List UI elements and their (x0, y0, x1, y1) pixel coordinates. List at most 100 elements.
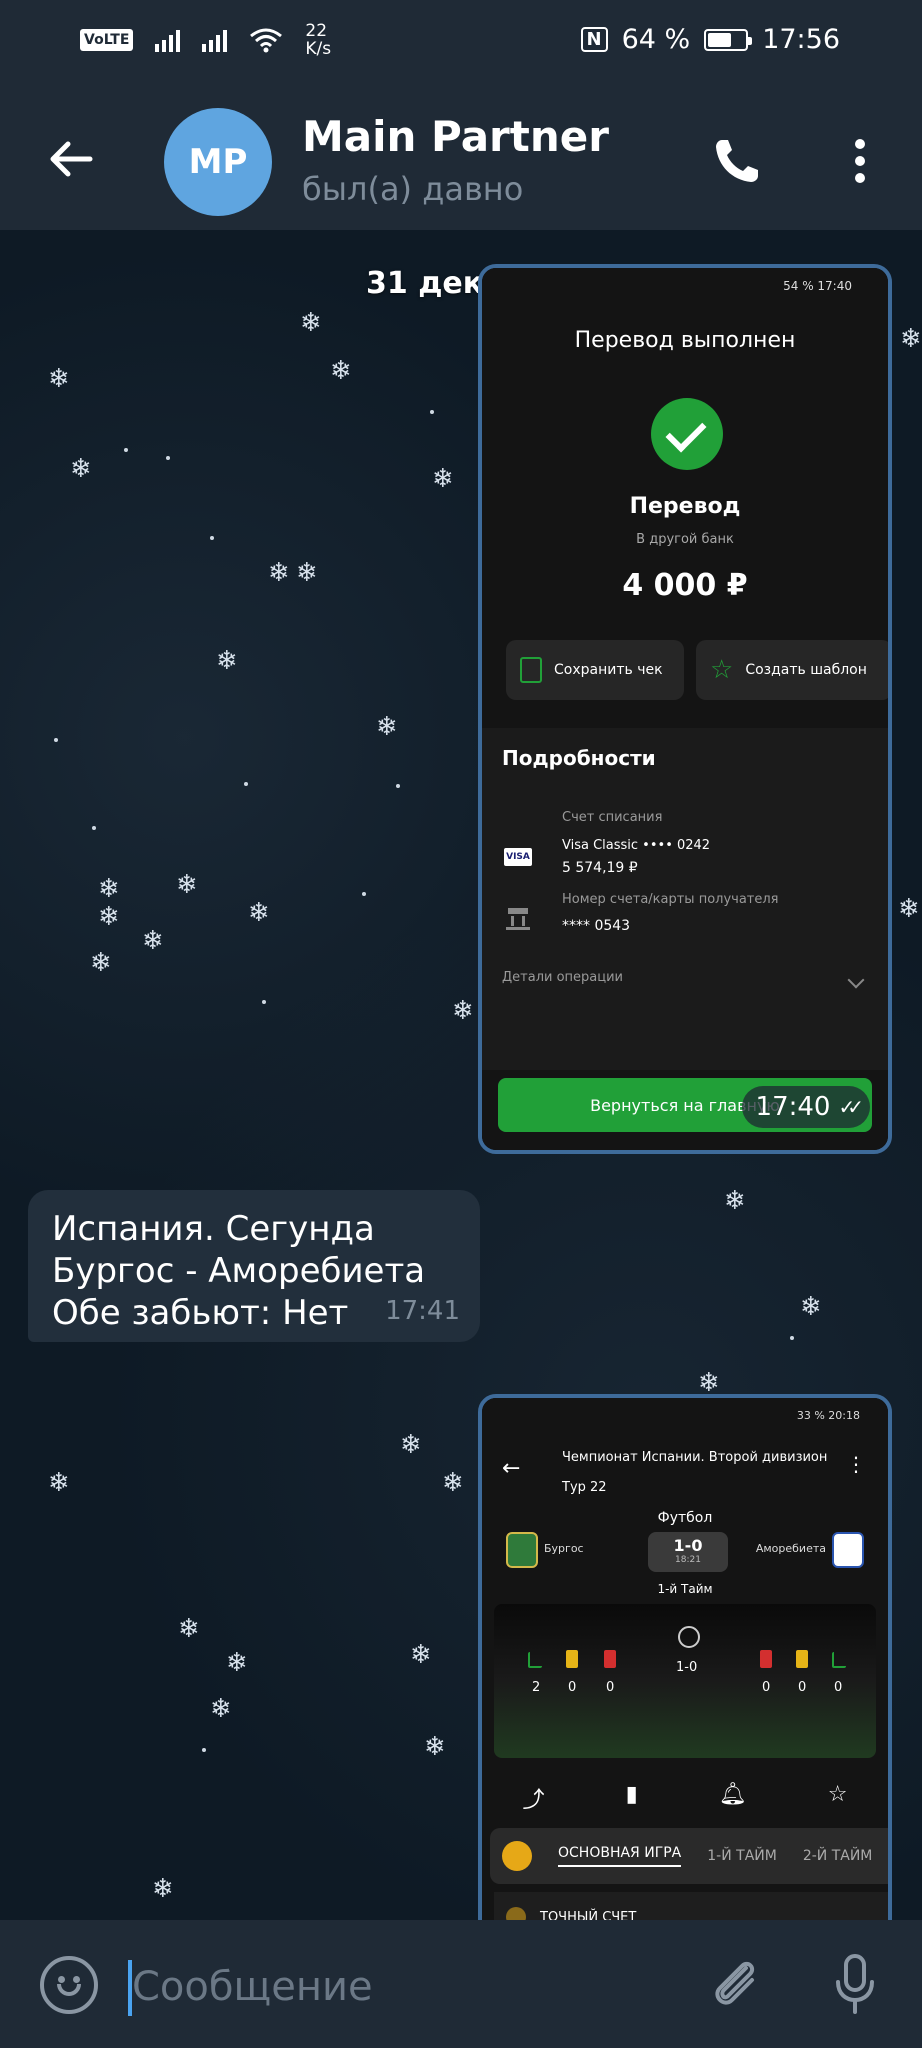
phone-icon[interactable] (710, 134, 764, 188)
corner-icon (528, 1652, 542, 1668)
snowflake-icon: ❄ (400, 1430, 422, 1460)
away-corners: 0 (834, 1680, 843, 1695)
yellow-card-icon (796, 1650, 808, 1668)
chevron-down-icon (847, 971, 865, 989)
status-left: VoLTE 22 K/s (80, 22, 331, 58)
back-arrow-icon[interactable] (46, 134, 96, 184)
snowflake-icon: ❄ (330, 356, 352, 386)
snowflake-icon: ❄ (424, 1732, 446, 1762)
red-card-icon (604, 1650, 616, 1668)
success-check-icon (651, 398, 723, 470)
match-icons-row: ⤴ ▮ 🔔︎ ☆ (482, 1782, 888, 1822)
message-line-1: Испания. Сегунда (52, 1209, 375, 1249)
snowflake-icon: ❄ (410, 1640, 432, 1670)
image-message-transfer[interactable]: 54 % 17:40 Перевод выполнен Перевод В др… (478, 264, 892, 1154)
snowflake-icon: ❄ (296, 558, 318, 588)
snow-dot (396, 784, 400, 788)
snowflake-icon: ❄ (724, 1186, 746, 1216)
avatar[interactable]: MP (164, 108, 272, 216)
text-message[interactable]: Испания. Сегунда Бургос - Аморебиета Обе… (28, 1190, 480, 1342)
away-team-name: Аморебиета (755, 1542, 826, 1555)
more-vertical-icon: ⋮ (846, 1452, 866, 1476)
sport-label: Футбол (657, 1510, 713, 1526)
message-composer: Сообщение (0, 1920, 922, 2048)
microphone-icon[interactable] (828, 1952, 882, 2016)
bank-icon (506, 908, 530, 930)
card-balance: 5 574,19 ₽ (562, 860, 638, 876)
screenshot-subheading: В другой банк (636, 532, 734, 547)
paperclip-icon[interactable] (706, 1954, 766, 2014)
snow-dot (202, 1748, 206, 1752)
snowflake-icon: ❄ (300, 308, 322, 338)
image-message-match[interactable]: 33 % 20:18 ← Чемпионат Испании. Второй д… (478, 1394, 892, 1920)
star-icon: ☆ (710, 655, 734, 685)
snow-dot (262, 1000, 266, 1004)
transfer-amount: 4 000 ₽ (622, 568, 748, 603)
status-bar: VoLTE 22 K/s N 64 % 17:56 (0, 0, 922, 90)
snowflake-icon: ❄ (152, 1874, 174, 1904)
round-label: Тур 22 (562, 1480, 607, 1495)
screenshot-status-bar: 54 % 17:40 (783, 279, 852, 293)
snowflake-icon: ❄ (90, 948, 112, 978)
snowflake-icon: ❄ (268, 558, 290, 588)
snowflake-icon: ❄ (178, 1614, 200, 1644)
more-vertical-icon[interactable] (840, 134, 880, 188)
snowflake-icon: ❄ (442, 1468, 464, 1498)
list-icon (502, 1841, 532, 1871)
snow-dot (362, 892, 366, 896)
battery-percent: 64 % (621, 24, 691, 55)
market-row: ТОЧНЫЙ СЧЕТ (494, 1892, 888, 1920)
home-corners: 2 (532, 1680, 541, 1695)
snow-dot (92, 826, 96, 830)
snowflake-icon: ❄ (210, 1694, 232, 1724)
last-seen-status: был(а) давно (302, 170, 524, 208)
market-icon (506, 1907, 526, 1920)
market-tabs: ОСНОВНАЯ ИГРА 1-Й ТАЙМ 2-Й ТАЙМ (490, 1828, 888, 1884)
snowflake-icon: ❄ (800, 1292, 822, 1322)
screenshot-title: Перевод выполнен (574, 328, 796, 353)
snow-dot (244, 782, 248, 786)
red-card-icon (760, 1650, 772, 1668)
screenshot-heading: Перевод (629, 494, 741, 519)
battery-icon (704, 28, 753, 51)
snowflake-icon: ❄ (216, 646, 238, 676)
tab-second-half: 2-Й ТАЙМ (802, 1848, 873, 1864)
snowflake-icon: ❄ (900, 324, 922, 354)
league-title: Чемпионат Испании. Второй дивизион (562, 1450, 828, 1465)
wifi-icon (250, 28, 283, 53)
operation-details: Детали операции (502, 970, 623, 985)
message-time: 17:41 (385, 1296, 460, 1326)
snowflake-icon: ❄ (98, 874, 120, 904)
home-yellow: 0 (568, 1680, 577, 1695)
emoji-icon[interactable] (40, 1956, 98, 2014)
message-time: 17:40 (755, 1092, 831, 1122)
snowflake-icon: ❄ (98, 902, 120, 932)
message-input[interactable]: Сообщение (132, 1964, 373, 2010)
transfer-screenshot: 54 % 17:40 Перевод выполнен Перевод В др… (482, 268, 888, 1150)
snowflake-icon: ❄ (48, 364, 70, 394)
away-red: 0 (762, 1680, 771, 1695)
snow-dot (790, 1336, 794, 1340)
half-label: 1-й Тайм (657, 1582, 713, 1596)
snowflake-icon: ❄ (698, 1368, 720, 1398)
match-score: 1-0 18:21 (648, 1532, 728, 1572)
snowflake-icon: ❄ (142, 926, 164, 956)
timer-icon (678, 1626, 700, 1648)
message-line-2: Бургос - Аморебиета (52, 1251, 426, 1291)
away-team-logo (832, 1532, 864, 1568)
snow-dot (430, 410, 434, 414)
snowflake-icon: ❄ (452, 996, 474, 1026)
home-team-name: Бургос (544, 1542, 584, 1555)
status-right: N 64 % 17:56 (580, 24, 840, 55)
snowflake-icon: ❄ (70, 454, 92, 484)
snow-dot (210, 536, 214, 540)
tab-first-half: 1-Й ТАЙМ (707, 1848, 777, 1864)
snowflake-icon: ❄ (898, 894, 920, 924)
star-icon: ☆ (827, 1782, 848, 1807)
recipient-number: **** 0543 (562, 918, 631, 934)
chat-title[interactable]: Main Partner (302, 112, 609, 161)
field-score: 1-0 (676, 1660, 698, 1675)
snowflake-icon: ❄ (248, 898, 270, 928)
snow-dot (124, 448, 128, 452)
chat-area[interactable]: ❄ ❄ ❄ ❄ ❄ ❄ ❄ ❄ ❄ ❄ ❄ ❄ ❄ ❄ ❄ ❄ ❄ ❄ ❄ ❄ … (0, 230, 922, 1920)
